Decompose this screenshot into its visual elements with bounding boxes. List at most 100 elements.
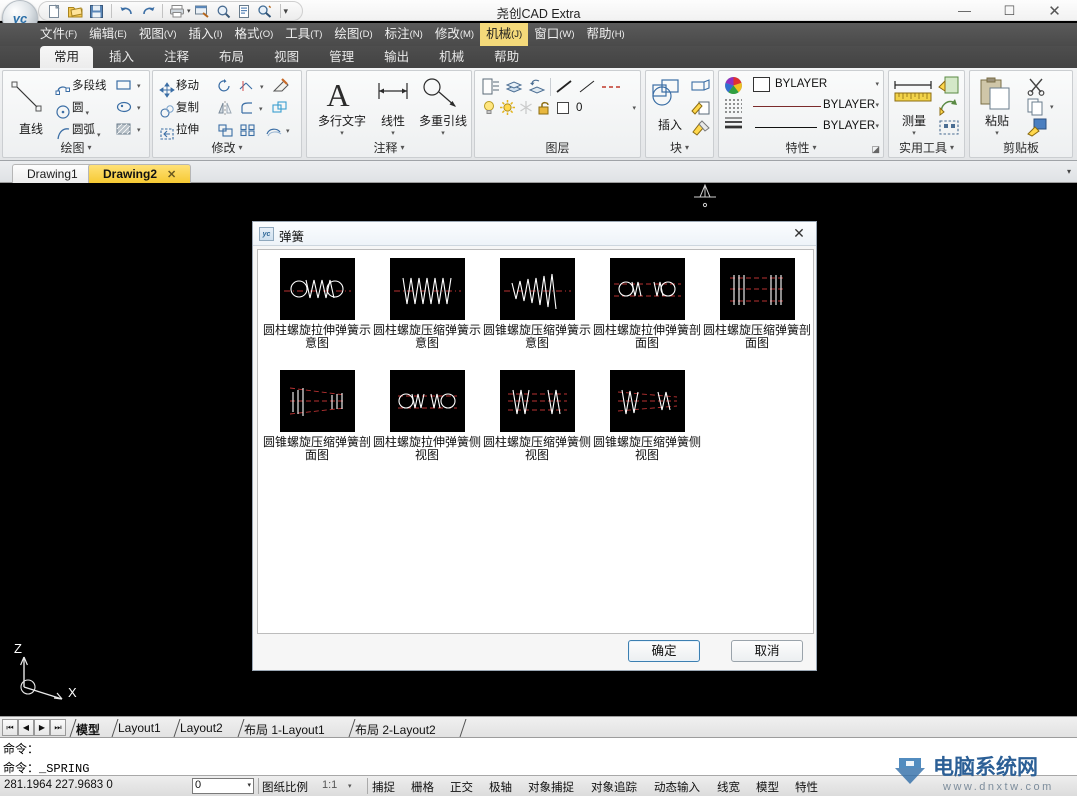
fillet-button[interactable] (239, 101, 256, 115)
redo-icon[interactable] (138, 2, 157, 20)
arc-dropdown-caret[interactable]: ▾ (95, 132, 101, 139)
circle-button[interactable]: 圆 ▾ (55, 99, 89, 120)
menu-item-dimension[interactable]: 标注(N) (379, 23, 429, 46)
linetype-icon[interactable] (724, 97, 750, 114)
layer-color-swatch[interactable] (556, 101, 570, 115)
save-icon[interactable] (87, 2, 106, 20)
qat-more-icon[interactable]: ▾ (284, 6, 289, 17)
tab-annotate[interactable]: 注释 (150, 46, 203, 68)
insert-block-button[interactable]: 插入 (648, 77, 692, 133)
line2-icon[interactable] (577, 77, 597, 97)
print-dropdown-caret[interactable]: ▾ (187, 7, 191, 15)
lineweight-icon[interactable] (724, 115, 750, 132)
ellipse-dropdown-caret[interactable]: ▾ (137, 104, 141, 112)
panel-properties-expand-caret[interactable]: ▾ (813, 143, 817, 152)
panel-draw-expand-caret[interactable]: ▾ (88, 143, 92, 152)
mirror-button[interactable] (217, 101, 234, 115)
offset-button[interactable] (265, 123, 283, 137)
color-property-row[interactable]: BYLAYER ▾ (753, 76, 881, 95)
spring-item-5[interactable]: 圆锥螺旋压缩弹簧剖面图 (262, 370, 372, 462)
cut-icon[interactable] (1026, 77, 1046, 96)
properties-dialog-launcher[interactable]: ◪ (871, 144, 880, 155)
offset-dropdown-caret[interactable]: ▾ (286, 127, 290, 135)
tab-layout[interactable]: 布局 (205, 46, 258, 68)
copy-button[interactable]: 复制 (159, 99, 199, 120)
measure-dropdown-caret[interactable]: ▾ (891, 129, 937, 137)
prev-layout-button[interactable]: ◀ (18, 719, 34, 736)
fillet-dropdown-caret[interactable]: ▾ (259, 105, 263, 113)
linear-dim-dropdown-caret[interactable]: ▾ (373, 129, 413, 137)
menu-item-help[interactable]: 帮助(H) (581, 23, 631, 46)
cancel-button[interactable]: 取消 (731, 640, 803, 662)
spring-item-0[interactable]: 圆柱螺旋拉伸弹簧示意图 (262, 258, 372, 350)
move-button[interactable]: 移动 (159, 77, 199, 98)
select-all-icon[interactable] (937, 117, 961, 138)
copy-clipboard-icon[interactable] (1026, 98, 1046, 116)
circle-dropdown-caret[interactable]: ▾ (84, 110, 89, 117)
toggle-otrack[interactable]: 对象追踪 (591, 779, 637, 795)
chevron-down-icon[interactable]: ▾ (247, 781, 251, 789)
scale-dropdown-caret[interactable]: ▾ (348, 782, 352, 790)
rotate-button[interactable] (217, 79, 233, 93)
toggle-grid[interactable]: 栅格 (411, 779, 434, 795)
layer-previous-icon[interactable] (527, 77, 547, 97)
toggle-model[interactable]: 模型 (756, 779, 779, 795)
toggle-lineweight[interactable]: 线宽 (717, 779, 740, 795)
spring-item-1[interactable]: 圆柱螺旋压缩弹簧示意图 (372, 258, 482, 350)
rectangle-dropdown-caret[interactable]: ▾ (137, 82, 141, 90)
paper-scale-value[interactable]: 1:1 (322, 779, 337, 791)
toggle-properties[interactable]: 特性 (795, 779, 818, 795)
menu-item-file[interactable]: 文件(F) (34, 23, 83, 46)
close-button[interactable]: ✕ (1032, 0, 1077, 21)
trim-dropdown-caret[interactable]: ▾ (260, 83, 264, 91)
layer-state-icon[interactable] (504, 77, 524, 97)
plot-preview-icon[interactable] (193, 2, 212, 20)
panel-modify-expand-caret[interactable]: ▾ (239, 143, 243, 152)
rectangle-button[interactable] (115, 78, 133, 92)
panel-block-expand-caret[interactable]: ▾ (685, 143, 689, 152)
menu-item-insert[interactable]: 插入(I) (183, 23, 229, 46)
menu-item-modify[interactable]: 修改(M) (429, 23, 480, 46)
lineweight-property-row[interactable]: BYLAYER ▾ (753, 118, 881, 137)
toggle-dyninput[interactable]: 动态输入 (654, 779, 700, 795)
quick-calc-icon[interactable] (937, 96, 961, 117)
last-layout-button[interactable]: ⏭ (50, 719, 66, 736)
undo-icon[interactable] (117, 2, 136, 20)
linetype-property-row[interactable]: BYLAYER ▾ (753, 97, 881, 116)
polyline-button[interactable]: 多段线 (55, 77, 107, 98)
color-wheel-icon[interactable] (724, 76, 750, 95)
explode-button[interactable] (271, 100, 291, 116)
snap-value-combo[interactable]: 0 ▾ (192, 778, 254, 794)
layer-properties-icon[interactable] (481, 77, 501, 97)
menu-item-window[interactable]: 窗口(W) (528, 23, 580, 46)
panel-utilities-expand-caret[interactable]: ▾ (950, 143, 954, 152)
unlock-icon[interactable] (536, 99, 554, 116)
minimize-button[interactable]: — (942, 0, 987, 21)
panel-annotation-expand-caret[interactable]: ▾ (401, 143, 405, 152)
spring-item-7[interactable]: 圆柱螺旋压缩弹簧侧视图 (482, 370, 592, 462)
quick-select-icon[interactable] (937, 75, 961, 96)
tab-help[interactable]: 帮助 (480, 46, 533, 68)
hatch-dropdown-caret[interactable]: ▾ (137, 126, 141, 134)
mtext-button[interactable]: A 多行文字 ▾ (313, 77, 371, 137)
toggle-ortho[interactable]: 正交 (450, 779, 473, 795)
chevron-down-icon[interactable]: ▾ (1067, 167, 1071, 176)
tab-home[interactable]: 常用 (40, 46, 94, 68)
menu-item-view[interactable]: 视图(V) (133, 23, 183, 46)
dashed-icon[interactable] (600, 77, 622, 97)
menu-item-edit[interactable]: 编辑(E) (83, 23, 133, 46)
lineweight-dropdown-caret[interactable]: ▾ (875, 122, 879, 130)
array-button[interactable] (239, 123, 257, 137)
zoom-icon[interactable] (214, 2, 233, 20)
tab-output[interactable]: 输出 (370, 46, 423, 68)
line-icon[interactable] (554, 77, 574, 97)
spring-item-4[interactable]: 圆柱螺旋压缩弹簧剖面图 (702, 258, 812, 350)
create-block-icon[interactable] (690, 77, 712, 96)
dialog-close-icon[interactable]: ✕ (790, 225, 808, 243)
mtext-dropdown-caret[interactable]: ▾ (313, 129, 371, 137)
ok-button[interactable]: 确定 (628, 640, 700, 662)
linetype-dropdown-caret[interactable]: ▾ (875, 101, 879, 109)
color-dropdown-caret[interactable]: ▾ (875, 80, 879, 88)
match-properties-icon[interactable] (1026, 118, 1048, 137)
drawing-tab-drawing2[interactable]: Drawing2 ✕ (88, 164, 192, 183)
